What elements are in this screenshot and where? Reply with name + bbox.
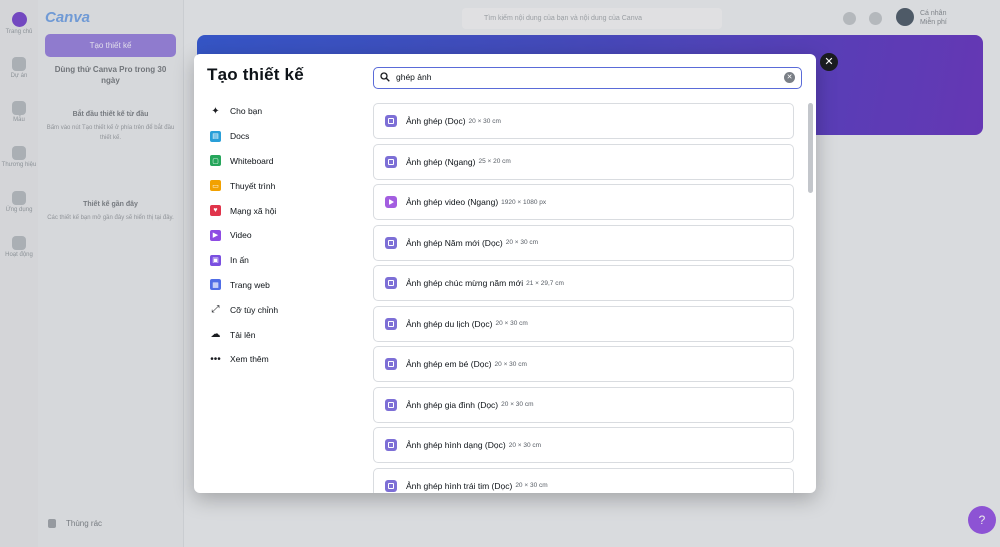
category-list: ✦ Cho bạn ▤ Docs ▢ Whiteboard ▭ Thuyết trình… — [210, 99, 360, 372]
photo-collage-icon — [385, 115, 397, 127]
category-print[interactable]: ▣ In ấn — [210, 248, 360, 273]
website-icon: ▦ — [210, 279, 221, 291]
category-website[interactable]: ▦ Trang web — [210, 273, 360, 298]
video-icon: ▶ — [210, 229, 221, 241]
photo-collage-icon — [385, 439, 397, 451]
resize-icon: ⤢ — [211, 304, 220, 316]
category-for-you[interactable]: ✦ Cho bạn — [210, 99, 360, 124]
sparkle-icon: ✦ — [211, 105, 220, 117]
result-item[interactable]: Ảnh ghép em bé (Dọc) 20 × 30 cm — [373, 346, 794, 382]
modal-title: Tạo thiết kế — [207, 65, 304, 84]
result-item[interactable]: Ảnh ghép hình dạng (Dọc) 20 × 30 cm — [373, 427, 794, 463]
photo-collage-icon — [385, 236, 397, 249]
design-search-input[interactable]: ghép ảnh ✕ — [373, 67, 802, 89]
more-icon: ••• — [210, 353, 221, 365]
create-design-modal: Tạo thiết kế ✦ Cho bạn ▤ Docs ▢ Whiteboard … — [194, 54, 816, 493]
print-icon: ▣ — [210, 254, 221, 266]
result-item[interactable]: Ảnh ghép du lịch (Dọc) 20 × 30 cm — [373, 305, 794, 342]
category-docs[interactable]: ▤ Docs — [210, 124, 360, 149]
photo-collage-icon — [385, 317, 397, 330]
result-item[interactable]: Ảnh ghép Năm mới (Dọc) 20 × 30 cm — [373, 224, 794, 261]
category-social-media[interactable]: ♥ Mạng xã hội — [210, 198, 360, 223]
close-modal-button[interactable]: ✕ — [820, 53, 838, 71]
result-item[interactable]: Ảnh ghép (Dọc) 20 × 30 cm — [373, 103, 794, 139]
category-more[interactable]: ••• Xem thêm — [210, 347, 360, 372]
whiteboard-icon: ▢ — [210, 155, 221, 167]
photo-collage-icon — [385, 358, 397, 370]
search-results: Ảnh ghép (Dọc) 20 × 30 cm Ảnh ghép (Ngang… — [373, 103, 794, 493]
video-collage-icon — [385, 196, 397, 208]
category-presentation[interactable]: ▭ Thuyết trình — [210, 173, 360, 198]
result-item[interactable]: Ảnh ghép chúc mừng năm mới 21 × 29,7 cm — [373, 265, 794, 301]
category-whiteboard[interactable]: ▢ Whiteboard — [210, 149, 360, 174]
search-value: ghép ảnh — [396, 72, 432, 82]
result-item[interactable]: Ảnh ghép (Ngang) 25 × 20 cm — [373, 143, 794, 180]
cloud-upload-icon: ☁ — [210, 329, 221, 341]
category-video[interactable]: ▶ Video — [210, 223, 360, 248]
result-item[interactable]: Ảnh ghép gia đình (Dọc) 20 × 30 cm — [373, 386, 794, 423]
presentation-icon: ▭ — [210, 180, 221, 192]
category-upload[interactable]: ☁ Tải lên — [210, 322, 360, 347]
photo-collage-icon — [385, 155, 397, 168]
search-icon — [380, 72, 390, 82]
category-custom-size[interactable]: ⤢ Cỡ tùy chỉnh — [210, 297, 360, 322]
photo-collage-icon — [385, 479, 397, 492]
close-icon: ✕ — [824, 56, 834, 68]
photo-collage-icon — [385, 277, 397, 289]
result-item[interactable]: Ảnh ghép hình trái tim (Dọc) 20 × 30 cm — [373, 467, 794, 493]
results-scrollbar[interactable] — [808, 103, 813, 193]
photo-collage-icon — [385, 398, 397, 411]
docs-icon: ▤ — [210, 130, 221, 142]
result-item[interactable]: Ảnh ghép video (Ngang) 1920 × 1080 px — [373, 184, 794, 220]
clear-search-icon[interactable]: ✕ — [784, 72, 795, 83]
heart-icon: ♥ — [210, 205, 221, 217]
